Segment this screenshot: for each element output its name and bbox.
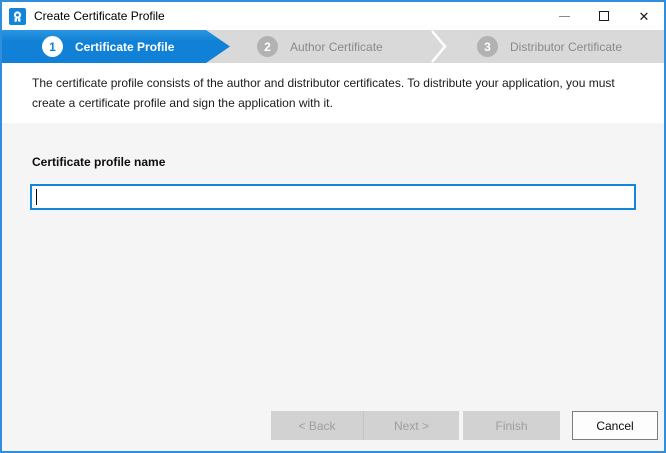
wizard-description-panel: The certificate profile consists of the … [2,63,664,123]
wizard-step-band: 1 Certificate Profile 2 Author Certifica… [2,30,664,63]
minimize-icon [559,16,570,17]
certificate-profile-name-input[interactable] [30,184,636,210]
maximize-icon [599,11,609,21]
create-certificate-profile-dialog: Create Certificate Profile ✕ 1 Certifica… [0,0,666,453]
chevron-separator-icon [430,30,448,63]
certificate-profile-name-field-wrap [30,184,636,210]
wizard-step-author-certificate: 2 Author Certificate [257,30,383,63]
certificate-profile-name-label: Certificate profile name [32,155,165,169]
step-number-badge: 3 [477,36,498,57]
step-label: Certificate Profile [75,40,174,54]
step-label: Author Certificate [290,40,383,54]
back-button: < Back [271,411,364,440]
window-controls: ✕ [544,2,664,30]
minimize-button[interactable] [544,2,584,30]
step-label: Distributor Certificate [510,40,622,54]
wizard-step-distributor-certificate: 3 Distributor Certificate [477,30,622,63]
window-title: Create Certificate Profile [34,9,165,23]
next-button: Next > [364,411,459,440]
cancel-button[interactable]: Cancel [572,411,658,440]
step-number-badge: 2 [257,36,278,57]
certificate-badge-icon [9,8,26,25]
title-bar: Create Certificate Profile ✕ [2,2,664,30]
maximize-button[interactable] [584,2,624,30]
wizard-description: The certificate profile consists of the … [32,73,650,113]
step-number-badge: 1 [42,36,63,57]
finish-button: Finish [463,411,560,440]
wizard-step-certificate-profile: 1 Certificate Profile [2,30,230,63]
close-button[interactable]: ✕ [624,2,664,30]
close-icon: ✕ [639,10,650,23]
